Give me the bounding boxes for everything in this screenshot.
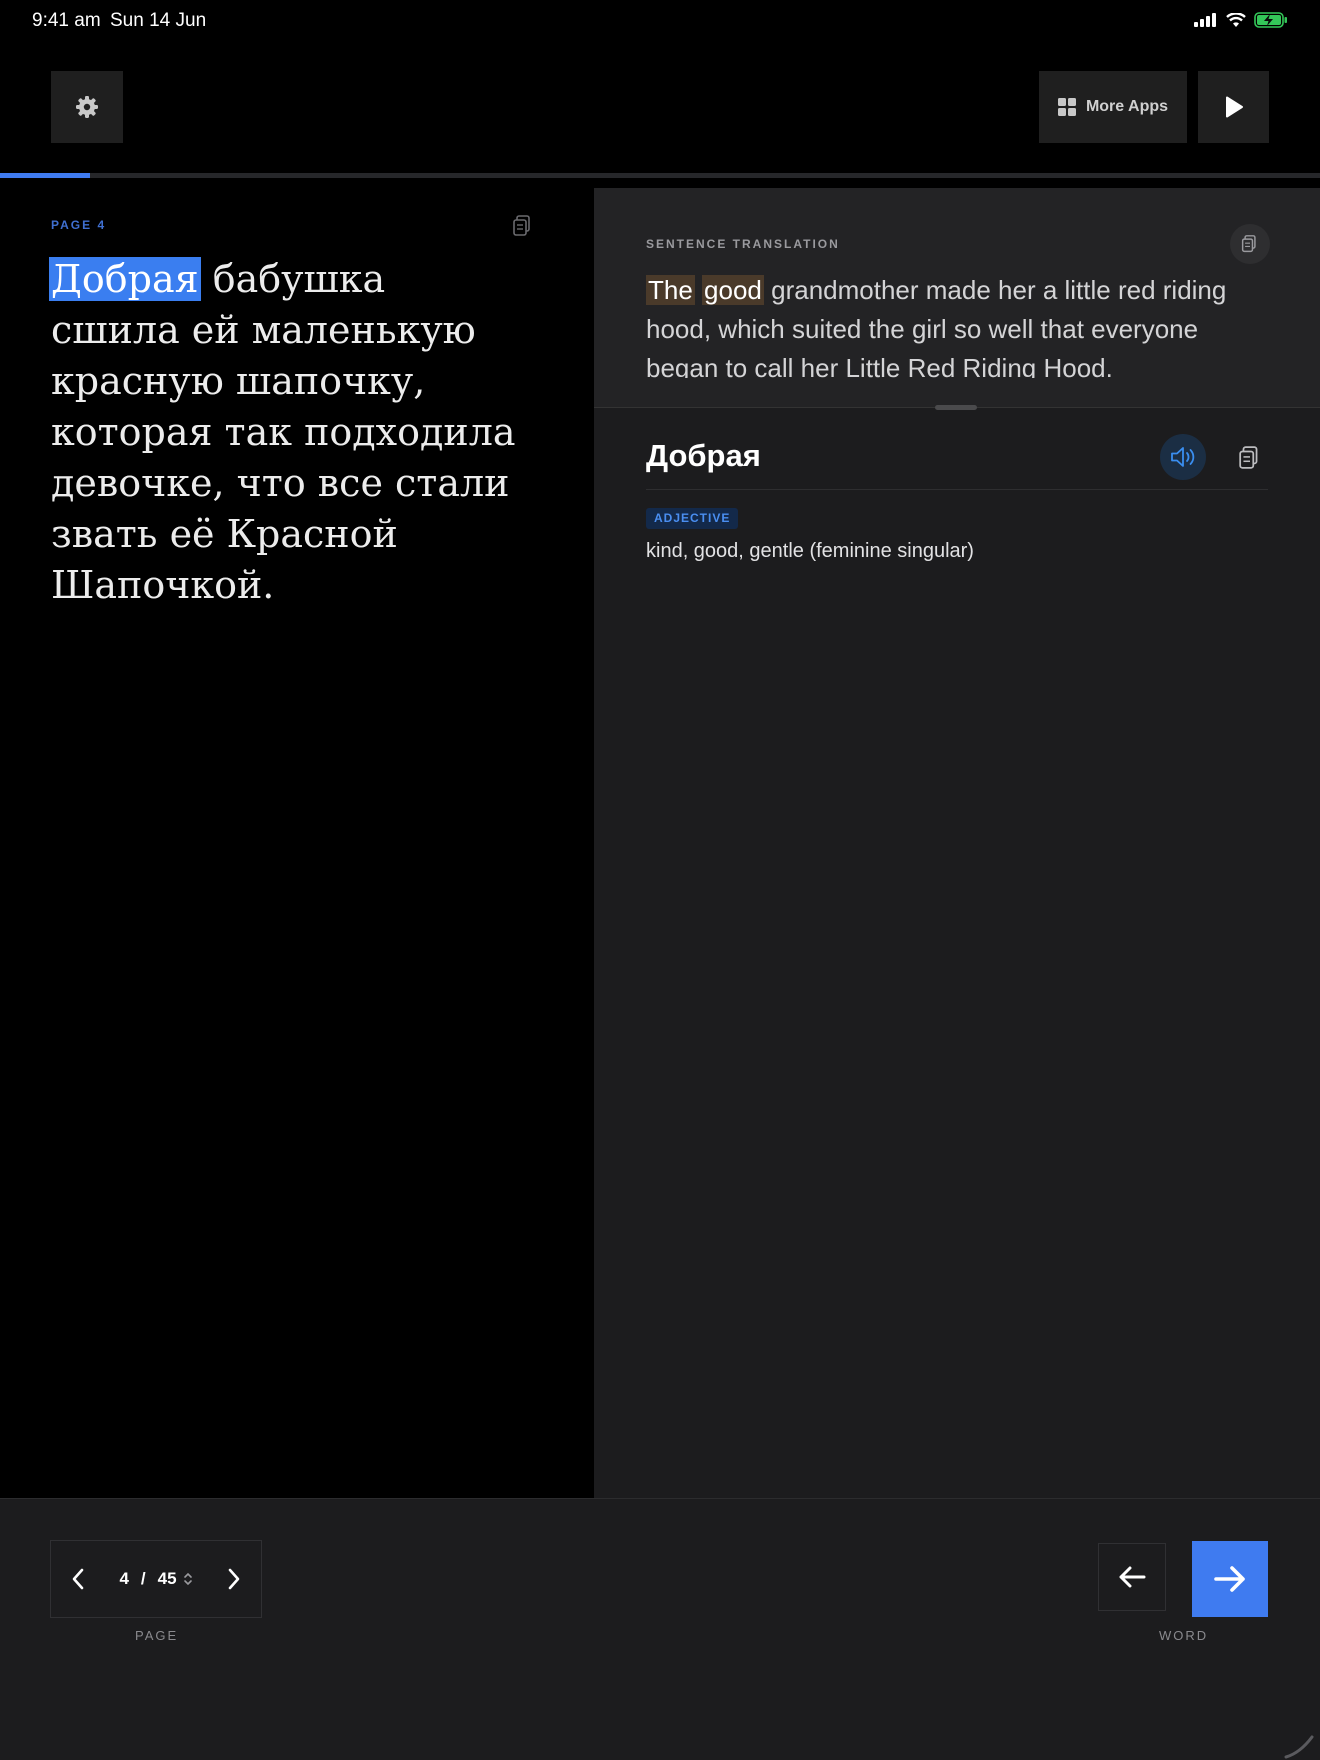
settings-button[interactable] — [51, 71, 123, 143]
status-bar: 9:41 am Sun 14 Jun — [0, 0, 1320, 40]
chevron-up-down-icon — [183, 1572, 192, 1586]
part-of-speech-badge: ADJECTIVE — [646, 508, 739, 529]
translation-panel: SENTENCE TRANSLATION The good grandmothe… — [594, 188, 1320, 1498]
status-icons — [1194, 12, 1288, 28]
more-apps-button[interactable]: More Apps — [1039, 71, 1187, 143]
reader-panel: PAGE 4 Добрая бабушка сшила ей маленькую… — [0, 178, 594, 1498]
copy-text-button[interactable] — [512, 214, 534, 243]
page-nav-label: PAGE — [135, 1628, 179, 1643]
original-text[interactable]: Добрая бабушка сшила ей маленькую красну… — [49, 254, 521, 611]
page-label: PAGE 4 — [51, 218, 107, 232]
pencil-indicator-icon — [1284, 1735, 1314, 1759]
divider — [646, 489, 1268, 490]
translation-highlight: The — [646, 275, 695, 305]
previous-word-button[interactable] — [1098, 1543, 1166, 1611]
status-time: 9:41 am — [32, 10, 101, 31]
word-title: Добрая — [646, 438, 761, 473]
grid-icon — [1057, 98, 1076, 116]
translation-text: The good grandmother made her a little r… — [646, 271, 1266, 378]
current-page: 4 — [119, 1569, 129, 1588]
word-definition: kind, good, gentle (feminine singular) — [646, 540, 974, 562]
more-apps-label: More Apps — [1085, 98, 1169, 115]
arrow-right-icon — [1214, 1566, 1245, 1592]
resize-handle[interactable] — [935, 405, 977, 410]
copy-word-button[interactable] — [1230, 438, 1270, 478]
translation-highlight: good — [702, 275, 764, 305]
play-button[interactable] — [1198, 71, 1269, 143]
gear-icon — [76, 96, 98, 118]
selected-word[interactable]: Добрая — [49, 257, 201, 301]
copy-icon — [1241, 235, 1256, 253]
battery-charging-icon — [1254, 12, 1287, 28]
cellular-signal-icon — [1194, 13, 1216, 27]
word-nav-label: WORD — [1159, 1628, 1209, 1643]
copy-icon — [513, 215, 530, 236]
page-navigator: 4 / 45 — [50, 1540, 262, 1618]
chevron-right-icon[interactable] — [227, 1568, 241, 1590]
original-text-rest: бабушка сшила ей маленькую красную шапоч… — [51, 257, 516, 607]
chevron-left-icon[interactable] — [71, 1568, 85, 1590]
copy-translation-button[interactable] — [1230, 224, 1270, 264]
copy-icon — [1239, 446, 1258, 469]
translation-label: SENTENCE TRANSLATION — [646, 237, 840, 251]
next-word-button[interactable] — [1192, 1541, 1268, 1617]
speak-button[interactable] — [1160, 434, 1206, 480]
page-separator: / — [140, 1569, 146, 1588]
sentence-translation: SENTENCE TRANSLATION The good grandmothe… — [594, 188, 1320, 410]
speaker-icon — [1171, 447, 1195, 467]
arrow-left-icon — [1119, 1566, 1146, 1588]
total-pages: 45 — [157, 1569, 177, 1588]
play-icon — [1225, 96, 1243, 118]
page-counter[interactable]: 4 / 45 — [119, 1569, 192, 1589]
wifi-icon — [1226, 12, 1246, 27]
status-date: Sun 14 Jun — [110, 10, 207, 31]
bottom-navigation: 4 / 45 PAGE WORD — [0, 1498, 1320, 1760]
